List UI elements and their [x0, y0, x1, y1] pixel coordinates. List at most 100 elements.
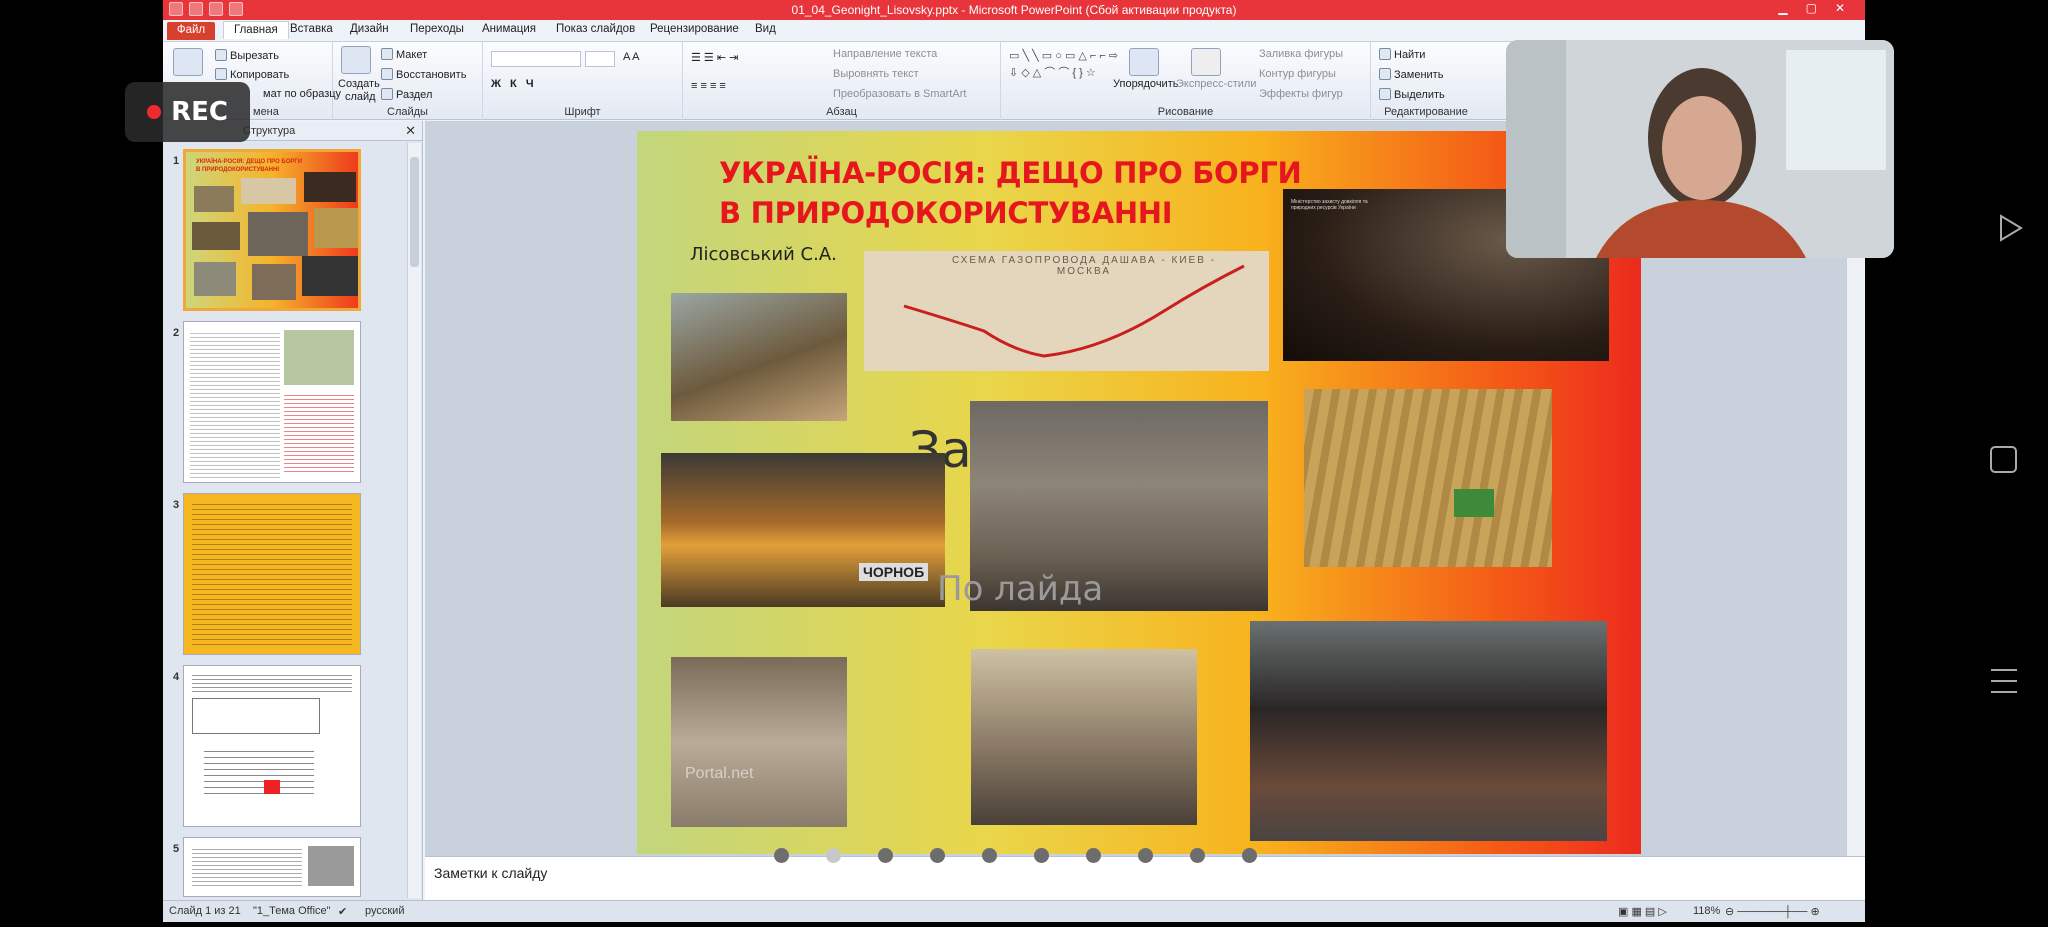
slide-thumbnail-4[interactable] — [183, 665, 361, 827]
ribbon-tabs: Файл Главная Вставка Дизайн Переходы Ани… — [163, 20, 1865, 42]
shape-effects-button[interactable]: Эффекты фигур — [1259, 88, 1343, 100]
new-slide-button[interactable]: Создать — [338, 78, 380, 90]
dot[interactable] — [1190, 848, 1205, 863]
select-button[interactable]: Выделить — [1379, 88, 1445, 101]
layout-label: Макет — [396, 49, 428, 61]
theme-name[interactable]: "1_Тема Office" — [253, 905, 331, 917]
tab-insert[interactable]: Вставка — [290, 23, 333, 35]
language-indicator[interactable]: русский — [365, 905, 404, 917]
recording-badge: REC — [125, 82, 250, 142]
recording-label: REC — [171, 97, 228, 127]
maximize-icon[interactable]: ▢ — [1806, 1, 1817, 15]
tab-review[interactable]: Рецензирование — [650, 23, 739, 35]
quick-styles-icon[interactable] — [1191, 48, 1221, 76]
dot[interactable] — [826, 848, 841, 863]
shape-outline-button[interactable]: Контур фигуры — [1259, 68, 1336, 80]
font-format-buttons[interactable]: ЖКЧ — [491, 78, 543, 90]
dot[interactable] — [982, 848, 997, 863]
find-button[interactable]: Найти — [1379, 48, 1425, 61]
slide-thumbnail-1[interactable]: УКРАЇНА-РОСІЯ: ДЕЩО ПРО БОРГИ В ПРИРОДОК… — [183, 149, 361, 311]
align-text-button[interactable]: Выровнять текст — [833, 68, 919, 80]
arrange-button[interactable]: Упорядочить — [1113, 78, 1178, 90]
burning-oil-depot-image[interactable] — [1250, 621, 1607, 841]
drawing-group-label: Рисование — [1157, 106, 1214, 118]
font-size-buttons[interactable]: A A — [623, 51, 640, 63]
clipboard-group-label: мена — [253, 106, 279, 118]
font-size-combo[interactable] — [585, 51, 615, 67]
editing-group: Найти Заменить Выделить Редактирование — [1371, 42, 1481, 120]
zoom-level[interactable]: 118% — [1693, 905, 1720, 917]
replace-button[interactable]: Заменить — [1379, 68, 1443, 81]
section-button[interactable]: Раздел — [381, 88, 432, 101]
subtitle-placeholder[interactable]: По лайда — [937, 569, 1103, 609]
slide-author[interactable]: Лісовський С.А. — [690, 244, 837, 265]
dot[interactable] — [930, 848, 945, 863]
tab-structure[interactable]: Структура — [243, 125, 295, 137]
slide-thumbnail-5[interactable] — [183, 837, 361, 897]
view-buttons[interactable]: ▣ ▦ ▤ ▷ — [1618, 905, 1667, 918]
tab-view[interactable]: Вид — [755, 23, 776, 35]
chernobyl-sign: ЧОРНОБ — [859, 563, 929, 581]
restore-button[interactable]: Восстановить — [381, 68, 466, 81]
dot[interactable] — [1138, 848, 1153, 863]
tab-transitions[interactable]: Переходы — [410, 23, 464, 35]
copy-button[interactable]: Копировать — [215, 68, 289, 81]
gas-pipeline-map-image[interactable]: СХЕМА ГАЗОПРОВОДА ДАШАВА - КИЕВ - МОСКВА — [864, 251, 1269, 371]
quarry-excavator-image[interactable]: Portal.net — [671, 657, 847, 827]
tab-home[interactable]: Главная — [223, 21, 289, 39]
shape-fill-button[interactable]: Заливка фигуры — [1259, 48, 1343, 60]
slide-title[interactable]: УКРАЇНА-РОСІЯ: ДЕЩО ПРО БОРГИ В ПРИРОДОК… — [719, 153, 1319, 233]
minimize-icon[interactable]: ▁ — [1778, 1, 1787, 15]
wheat-harvest-image[interactable] — [1304, 389, 1552, 567]
layout-button[interactable]: Макет — [381, 48, 427, 61]
webcam-video — [1506, 40, 1894, 258]
paste-icon[interactable] — [173, 48, 203, 76]
panel-scroll-thumb[interactable] — [410, 157, 419, 267]
tab-slideshow[interactable]: Показ слайдов — [556, 23, 635, 35]
dot[interactable] — [1242, 848, 1257, 863]
cut-button[interactable]: Вырезать — [215, 49, 279, 62]
paragraph-group: ☰ ☰ ⇤ ⇥ ≡ ≡ ≡ ≡ Направление текста Выров… — [683, 42, 1001, 120]
slide-thumbnail-3[interactable] — [183, 493, 361, 655]
current-slide[interactable]: УКРАЇНА-РОСІЯ: ДЕЩО ПРО БОРГИ В ПРИРОДОК… — [637, 131, 1641, 854]
binoculars-icon — [1379, 48, 1391, 60]
zoom-slider[interactable]: ⊖ ──────┼── ⊕ — [1725, 905, 1820, 918]
slide-thumbnail-2[interactable] — [183, 321, 361, 483]
historical-painting-image[interactable] — [671, 293, 847, 421]
panel-scrollbar[interactable] — [407, 143, 421, 898]
tab-file[interactable]: Файл — [167, 22, 215, 40]
arrange-icon[interactable] — [1129, 48, 1159, 76]
bullets-icon[interactable]: ☰ ☰ ⇤ ⇥ — [691, 51, 738, 64]
spellcheck-icon[interactable]: ✔ — [338, 905, 347, 918]
font-group: A A ЖКЧ Шрифт — [483, 42, 683, 120]
android-navigation-bar — [1935, 0, 2048, 922]
quick-styles-button[interactable]: Экспресс-стили — [1176, 78, 1256, 90]
slides-group: Создать слайд Макет Восстановить Раздел … — [333, 42, 483, 120]
close-icon[interactable]: ✕ — [1835, 1, 1845, 15]
section-icon — [381, 88, 393, 100]
thumb-number: 4 — [173, 671, 180, 683]
replace-label: Заменить — [1394, 69, 1444, 81]
close-panel-icon[interactable]: ✕ — [405, 123, 416, 139]
text-direction-button[interactable]: Направление текста — [833, 48, 937, 60]
ministry-logo-text: Міністерство захисту довкілля та природн… — [1291, 199, 1368, 211]
smartart-button[interactable]: Преобразовать в SmartArt — [833, 88, 966, 100]
font-family-combo[interactable] — [491, 51, 581, 67]
format-painter-button[interactable]: мат по образцу — [263, 88, 341, 100]
dot[interactable] — [878, 848, 893, 863]
tab-animation[interactable]: Анимация — [482, 23, 536, 35]
new-slide-icon[interactable] — [341, 46, 371, 74]
tab-design[interactable]: Дизайн — [350, 23, 389, 35]
dot[interactable] — [774, 848, 789, 863]
slide-counter: Слайд 1 из 21 — [169, 905, 241, 917]
chernobyl-fire-image[interactable]: ЧОРНОБ — [661, 453, 945, 607]
new-slide-label: слайд — [345, 91, 376, 103]
scissors-icon — [215, 49, 227, 61]
power-plant-image[interactable] — [971, 649, 1197, 825]
paragraph-group-label: Абзац — [826, 106, 857, 118]
dot[interactable] — [1086, 848, 1101, 863]
shapes-gallery[interactable]: ▭ ╲ ╲ ▭ ○ ▭ △ ⌐ ⌐ ⇨ ⇩ ◇ △ ⌒ ⌒ { } ☆ — [1009, 48, 1119, 82]
dot[interactable] — [1034, 848, 1049, 863]
thumb-number: 3 — [173, 499, 180, 511]
align-icons[interactable]: ≡ ≡ ≡ ≡ — [691, 80, 726, 92]
